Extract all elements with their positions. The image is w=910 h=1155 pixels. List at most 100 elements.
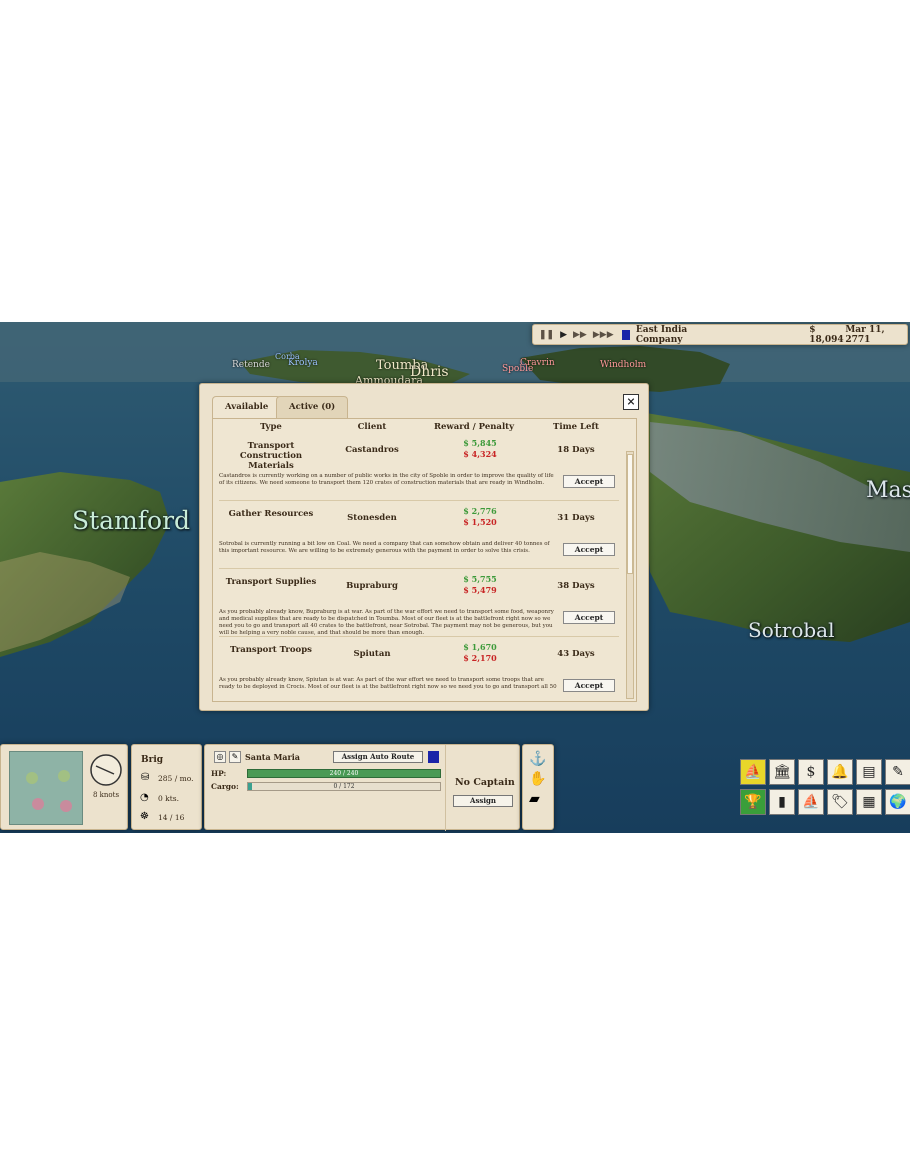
- captain-status: No Captain: [455, 777, 515, 788]
- ship-class: Brig: [141, 755, 164, 765]
- contract-reward: $ 1,670: [463, 642, 497, 652]
- assign-captain-button[interactable]: Assign: [453, 795, 513, 807]
- sail-icon[interactable]: ⛵: [798, 789, 824, 815]
- contract-time-left: 18 Days: [557, 445, 595, 455]
- ship-details-panel: ◎ ✎ Santa Maria Assign Auto Route HP: 24…: [204, 744, 520, 831]
- cargo-value: 0 / 172: [333, 783, 355, 790]
- contract-client: Bupraburg: [346, 581, 398, 591]
- contract-row: Transport Supplies Bupraburg $ 5,755 $ 5,…: [219, 569, 619, 637]
- company-name: East India Company: [635, 324, 688, 345]
- tab-active[interactable]: Active (0): [276, 396, 349, 418]
- anchor-icon[interactable]: ⚓: [529, 751, 546, 767]
- contract-time-left: 43 Days: [557, 649, 595, 659]
- contract-penalty: $ 2,170: [463, 653, 497, 663]
- barrel-icon: ⛁: [141, 772, 150, 783]
- contract-reward: $ 2,776: [463, 506, 497, 516]
- contract-row: Transport Construction Materials Castand…: [219, 433, 619, 501]
- map-label-sotrobal[interactable]: Sotrobal: [748, 618, 835, 642]
- tree-icon: [58, 770, 70, 782]
- contract-client: Spiutan: [353, 649, 391, 659]
- contract-client: Castandros: [345, 445, 399, 455]
- company-flag: [621, 329, 630, 340]
- header-client: Client: [357, 422, 387, 432]
- flower-icon: [60, 800, 72, 812]
- map-label-stamford[interactable]: Stamford: [72, 506, 190, 535]
- compass-icon: [90, 754, 122, 786]
- contract-type: Transport Construction Materials: [239, 441, 303, 471]
- contracts-dialog: Available Active (0) × Type Client Rewar…: [199, 383, 649, 711]
- money-display: $ 18,094: [809, 324, 844, 345]
- contract-reward: $ 5,845: [463, 438, 497, 448]
- accept-button[interactable]: Accept: [563, 475, 615, 488]
- fast-forward-button[interactable]: ▶▶: [573, 330, 587, 340]
- contract-time-left: 31 Days: [557, 513, 595, 523]
- close-button[interactable]: ×: [623, 394, 639, 410]
- ship-actions-panel: ⚓ ✋ ▰: [522, 744, 554, 830]
- header-type: Type: [260, 422, 282, 432]
- date-display: Mar 11, 2771: [845, 324, 885, 345]
- play-button[interactable]: ▶: [560, 330, 567, 340]
- bell-icon[interactable]: 🔔: [827, 759, 853, 785]
- trophy-icon[interactable]: 🏆: [740, 789, 766, 815]
- tab-available[interactable]: Available: [212, 396, 282, 418]
- contract-type: Gather Resources: [228, 509, 314, 519]
- contract-penalty: $ 1,520: [463, 517, 497, 527]
- scrollbar-thumb[interactable]: [627, 454, 633, 574]
- hp-value: 240 / 240: [329, 770, 359, 777]
- locate-ship-icon[interactable]: ◎: [214, 751, 226, 763]
- tags-icon[interactable]: 🏷: [827, 789, 853, 815]
- map-label-mas[interactable]: Mas: [866, 478, 910, 503]
- speed-knots: 8 knots: [93, 791, 120, 799]
- contract-penalty: $ 4,324: [463, 449, 497, 459]
- notes-icon[interactable]: ✎: [885, 759, 910, 785]
- hp-label: HP:: [211, 769, 227, 778]
- header-time: Time Left: [553, 422, 599, 432]
- map-label-retende[interactable]: Retende: [232, 360, 270, 370]
- hp-bar: 240 / 240: [247, 769, 441, 778]
- ship-map-thumbnail[interactable]: [9, 751, 83, 825]
- stats-icon[interactable]: ▮: [769, 789, 795, 815]
- ship-name: Santa Maria: [245, 752, 300, 762]
- assign-auto-route-button[interactable]: Assign Auto Route: [333, 751, 423, 763]
- contract-row: Gather Resources Stonesden $ 2,776 $ 1,52…: [219, 501, 619, 569]
- contract-penalty: $ 5,479: [463, 585, 497, 595]
- current-speed: 0 kts.: [158, 794, 179, 803]
- ship-money-icon[interactable]: ⛵: [740, 759, 766, 785]
- rename-icon[interactable]: ✎: [229, 751, 241, 763]
- top-status-bar: ❚❚ ▶ ▶▶ ▶▶▶ East India Company $ 18,094 …: [532, 324, 908, 345]
- contract-description: Sotrobal is currently running a bit low …: [219, 541, 550, 554]
- bank-icon[interactable]: 🏛: [769, 759, 795, 785]
- buildings-icon[interactable]: ▦: [856, 789, 882, 815]
- map-label-corba[interactable]: Corba: [275, 352, 300, 361]
- repair-icon[interactable]: ✋: [529, 771, 546, 787]
- newspaper-icon[interactable]: ▤: [856, 759, 882, 785]
- tree-icon: [26, 772, 38, 784]
- contract-time-left: 38 Days: [557, 581, 595, 591]
- dollar-list-icon[interactable]: $: [798, 759, 824, 785]
- map-label-windholm[interactable]: Windholm: [600, 360, 646, 370]
- contract-client: Stonesden: [347, 513, 397, 523]
- contract-description: As you probably already know, Bupraburg …: [219, 609, 554, 636]
- ship-overview-panel: 8 knots: [0, 744, 128, 830]
- cargo-crate-icon[interactable]: ▰: [529, 791, 540, 807]
- globe-icon[interactable]: 🌍: [885, 789, 910, 815]
- pause-button[interactable]: ❚❚: [539, 330, 554, 340]
- ship-flag: [428, 751, 439, 763]
- game-menu: ⛵ 🏛 $ 🔔 ▤ ✎ 🏆 ▮ ⛵ 🏷 ▦ 🌍: [740, 759, 910, 819]
- map-label-cravrin[interactable]: Cravrin: [520, 358, 555, 368]
- accept-button[interactable]: Accept: [563, 679, 615, 692]
- fastest-forward-button[interactable]: ▶▶▶: [593, 330, 614, 340]
- contract-reward: $ 5,755: [463, 574, 497, 584]
- cargo-label: Cargo:: [211, 782, 239, 791]
- upkeep-value: 285 / mo.: [158, 774, 194, 783]
- contract-row: Transport Troops Spiutan $ 1,670 $ 2,170 …: [219, 637, 619, 701]
- contract-type: Transport Troops: [230, 645, 312, 655]
- game-viewport: Stamford Sotrobal Mas Toumba Dhris Ammou…: [0, 322, 910, 833]
- accept-button[interactable]: Accept: [563, 611, 615, 624]
- contracts-scrollbar[interactable]: [626, 451, 634, 699]
- ship-stats-panel: Brig ⛁ 285 / mo. ◔ 0 kts. ☸ 14 / 16: [131, 744, 202, 830]
- contract-description: Castandros is currently working on a num…: [219, 473, 554, 486]
- crew-count: 14 / 16: [158, 813, 185, 822]
- accept-button[interactable]: Accept: [563, 543, 615, 556]
- header-reward: Reward / Penalty: [433, 422, 515, 432]
